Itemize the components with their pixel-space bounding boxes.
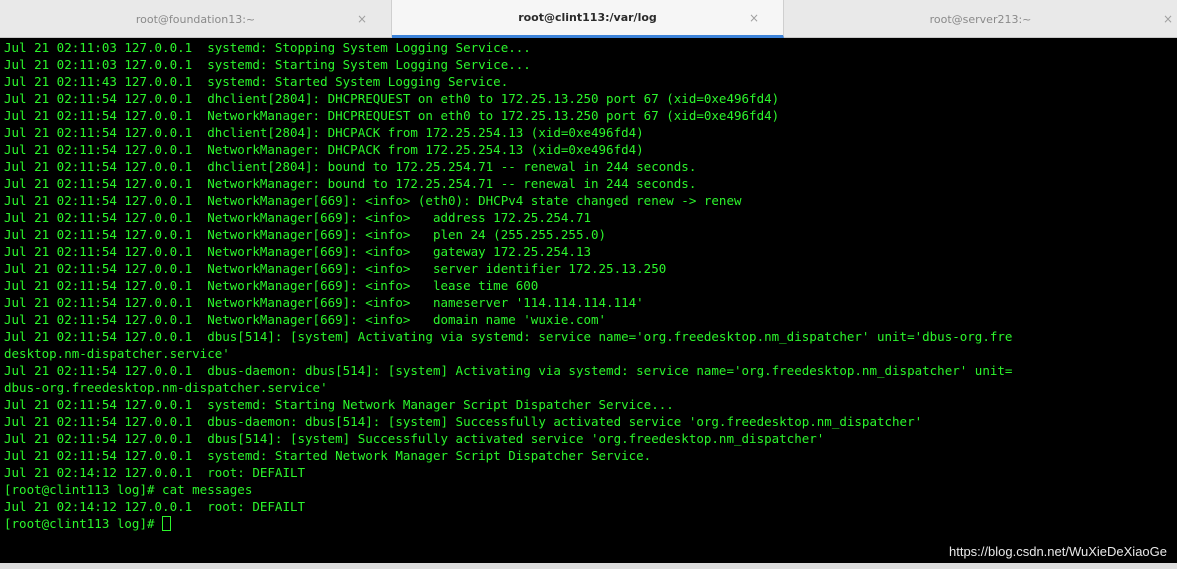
- bottom-edge: [0, 563, 1177, 569]
- tab-server213[interactable]: root@server213:~ ×: [784, 0, 1177, 38]
- terminal-line: Jul 21 02:14:12 127.0.0.1 root: DEFAILT: [4, 465, 306, 480]
- terminal-line: Jul 21 02:11:54 127.0.0.1 NetworkManager…: [4, 261, 667, 276]
- terminal-line: Jul 21 02:11:54 127.0.0.1 NetworkManager…: [4, 210, 591, 225]
- terminal-line: Jul 21 02:11:54 127.0.0.1 dhclient[2804]…: [4, 91, 780, 106]
- terminal-line: Jul 21 02:11:54 127.0.0.1 NetworkManager…: [4, 176, 697, 191]
- terminal-line: Jul 21 02:11:54 127.0.0.1 NetworkManager…: [4, 193, 742, 208]
- tab-title: root@clint113:/var/log: [518, 11, 657, 24]
- terminal-window: root@foundation13:~ × root@clint113:/var…: [0, 0, 1177, 569]
- terminal-line: Jul 21 02:14:12 127.0.0.1 root: DEFAILT: [4, 499, 306, 514]
- terminal-line: desktop.nm-dispatcher.service': [4, 346, 230, 361]
- terminal-prompt-line[interactable]: [root@clint113 log]#: [4, 515, 172, 532]
- terminal-line: Jul 21 02:11:54 127.0.0.1 NetworkManager…: [4, 244, 591, 259]
- terminal-line: Jul 21 02:11:54 127.0.0.1 NetworkManager…: [4, 312, 607, 327]
- terminal-line: dbus-org.freedesktop.nm-dispatcher.servi…: [4, 380, 328, 395]
- text-cursor: [162, 516, 172, 531]
- terminal-line: Jul 21 02:11:54 127.0.0.1 dbus-daemon: d…: [4, 363, 1013, 378]
- close-icon[interactable]: ×: [1163, 12, 1173, 26]
- terminal-line: [root@clint113 log]# cat messages: [4, 482, 253, 497]
- tab-clint113[interactable]: root@clint113:/var/log ×: [392, 0, 784, 38]
- terminal-line: Jul 21 02:11:54 127.0.0.1 dbus[514]: [sy…: [4, 431, 825, 446]
- tab-title: root@server213:~: [929, 12, 1032, 26]
- terminal-line: Jul 21 02:11:54 127.0.0.1 dhclient[2804]…: [4, 125, 644, 140]
- terminal-line: Jul 21 02:11:54 127.0.0.1 NetworkManager…: [4, 278, 539, 293]
- terminal-line: Jul 21 02:11:54 127.0.0.1 NetworkManager…: [4, 142, 644, 157]
- terminal-output[interactable]: Jul 21 02:11:03 127.0.0.1 systemd: Stopp…: [0, 39, 1177, 563]
- terminal-line: Jul 21 02:11:54 127.0.0.1 systemd: Start…: [4, 448, 652, 463]
- terminal-line: Jul 21 02:11:54 127.0.0.1 dhclient[2804]…: [4, 159, 697, 174]
- shell-prompt: [root@clint113 log]#: [4, 516, 163, 531]
- close-icon[interactable]: ×: [357, 12, 367, 26]
- close-icon[interactable]: ×: [749, 11, 759, 25]
- terminal-line: Jul 21 02:11:03 127.0.0.1 systemd: Start…: [4, 57, 531, 72]
- terminal-line: Jul 21 02:11:43 127.0.0.1 systemd: Start…: [4, 74, 509, 89]
- terminal-line: Jul 21 02:11:54 127.0.0.1 systemd: Start…: [4, 397, 674, 412]
- watermark-text: https://blog.csdn.net/WuXieDeXiaoGe: [949, 544, 1167, 559]
- terminal-line: Jul 21 02:11:03 127.0.0.1 systemd: Stopp…: [4, 40, 531, 55]
- terminal-line: Jul 21 02:11:54 127.0.0.1 NetworkManager…: [4, 295, 644, 310]
- terminal-line: Jul 21 02:11:54 127.0.0.1 dbus[514]: [sy…: [4, 329, 1013, 344]
- tab-title: root@foundation13:~: [135, 12, 256, 26]
- terminal-line: Jul 21 02:11:54 127.0.0.1 NetworkManager…: [4, 227, 607, 242]
- tab-bar: root@foundation13:~ × root@clint113:/var…: [0, 0, 1177, 38]
- terminal-line: Jul 21 02:11:54 127.0.0.1 NetworkManager…: [4, 108, 780, 123]
- terminal-line: Jul 21 02:11:54 127.0.0.1 dbus-daemon: d…: [4, 414, 923, 429]
- tab-foundation13[interactable]: root@foundation13:~ ×: [0, 0, 392, 38]
